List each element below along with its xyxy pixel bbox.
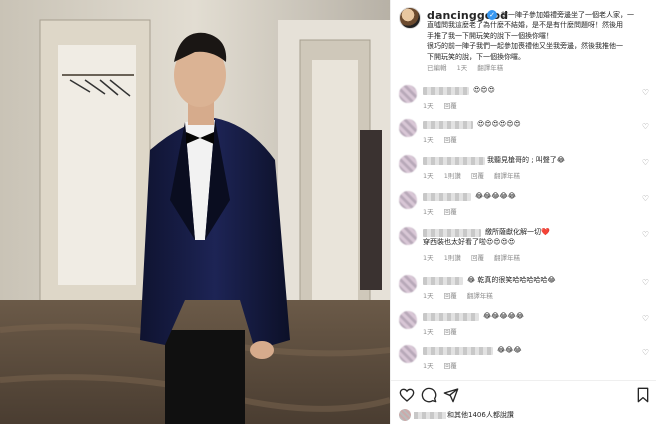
comment-item: 😍😍😍😍😍😍 1天 回覆 ♡ xyxy=(391,116,656,152)
comment-meta: 1天 回覆 翻譯年糕 xyxy=(423,290,501,300)
caption-line: 下開玩笑的說，下一個換你囉。 xyxy=(427,52,525,61)
comment-time: 1天 xyxy=(423,328,434,336)
post-photo xyxy=(0,0,390,424)
comment-text: 😂 乾真的很笑哈哈哈哈哈😂 xyxy=(467,276,556,284)
comment-text: 😂😂😂😂😂 xyxy=(483,312,524,320)
reply-link[interactable]: 回覆 xyxy=(471,172,484,180)
reply-link[interactable]: 回覆 xyxy=(444,102,457,110)
share-icon[interactable] xyxy=(443,387,459,403)
caption-area: dancinggood ✓ 前一陣子參加婚禮旁邊坐了一個老人家，一 直噓問我這麼… xyxy=(391,0,656,78)
comment-time: 1天 xyxy=(423,136,434,144)
commenter-name-blurred[interactable] xyxy=(423,193,471,201)
comment-item: 😂😂😂 1天 回覆 ♡ xyxy=(391,342,656,378)
comment-item: 😂 乾真的很笑哈哈哈哈哈😂 1天 回覆 翻譯年糕 ♡ xyxy=(391,272,656,308)
comment-meta: 1天 回覆 xyxy=(423,206,465,216)
comment-meta: 1天 1則讚 回覆 翻譯年糕 xyxy=(423,170,528,180)
commenter-avatar[interactable] xyxy=(399,119,417,137)
reply-link[interactable]: 回覆 xyxy=(444,208,457,216)
comment-like-heart-icon[interactable]: ♡ xyxy=(642,230,649,239)
caption-meta: 已編輯 1天 翻譯年糕 xyxy=(427,62,511,72)
liker-name-blurred[interactable] xyxy=(414,412,446,419)
comment-time: 1天 xyxy=(423,362,434,370)
comment-likes[interactable]: 1則讚 xyxy=(444,172,461,180)
owner-avatar[interactable] xyxy=(399,7,421,29)
post-image xyxy=(0,0,390,424)
comment-item: 我聽見槍哥的 ; 叫聲了😂 1天 1則讚 回覆 翻譯年糕 ♡ xyxy=(391,152,656,188)
comment-text: 😍😍😍😍😍😍 xyxy=(477,120,521,128)
comment-like-heart-icon[interactable]: ♡ xyxy=(642,88,649,97)
comment-meta: 1天 1則讚 回覆 翻譯年糕 xyxy=(423,252,528,262)
comment-time: 1天 xyxy=(423,102,434,110)
verified-badge-icon: ✓ xyxy=(487,10,497,20)
comments-list: 😍😍😍 1天 回覆 ♡ 😍😍😍😍😍😍 1天 回覆 ♡ 我聽見槍哥的 ; 叫聲了😂 xyxy=(391,80,656,380)
commenter-avatar[interactable] xyxy=(399,311,417,329)
comment-time: 1天 xyxy=(423,172,434,180)
comment-likes[interactable]: 1則讚 xyxy=(444,254,461,262)
caption-text-body: 直噓問我這麼老了為什麼不結婚，是不是有什麼問題呀！然後用 手推了我一下開玩笑的說… xyxy=(427,20,650,62)
comment-text: 繳所薩獻化解一切❤️ xyxy=(485,228,550,236)
commenter-avatar[interactable] xyxy=(399,227,417,245)
comment-text: 我聽見槍哥的 ; 叫聲了😂 xyxy=(487,156,565,164)
heart-icon[interactable] xyxy=(399,387,415,403)
commenter-name-blurred[interactable] xyxy=(423,347,493,355)
likes-text[interactable]: 和其他1406人都說讚 xyxy=(447,410,514,420)
commenter-avatar[interactable] xyxy=(399,191,417,209)
commenter-name-blurred[interactable] xyxy=(423,157,485,165)
comment-text: 😂😂😂 xyxy=(497,346,522,354)
translate-link[interactable]: 翻譯年糕 xyxy=(467,292,493,300)
comment-item: 繳所薩獻化解一切❤️ 穿西裝也太好看了啦😍😍😍😍 1天 1則讚 回覆 翻譯年糕 … xyxy=(391,224,656,270)
caption-line: 直噓問我這麼老了為什麼不結婚，是不是有什麼問題呀！然後用 xyxy=(427,21,623,29)
commenter-avatar[interactable] xyxy=(399,155,417,173)
commenter-avatar[interactable] xyxy=(399,275,417,293)
translate-link[interactable]: 翻譯年糕 xyxy=(494,254,520,262)
liker-avatar[interactable] xyxy=(399,409,411,421)
caption-time: 1天 xyxy=(456,64,468,72)
reply-link[interactable]: 回覆 xyxy=(444,292,457,300)
reply-link[interactable]: 回覆 xyxy=(444,328,457,336)
comment-like-heart-icon[interactable]: ♡ xyxy=(642,314,649,323)
action-bar xyxy=(391,380,656,408)
commenter-avatar[interactable] xyxy=(399,345,417,363)
post-panel: dancinggood ✓ 前一陣子參加婚禮旁邊坐了一個老人家，一 直噓問我這麼… xyxy=(390,0,656,424)
comment-like-heart-icon[interactable]: ♡ xyxy=(642,278,649,287)
comment-text: 😍😍😍 xyxy=(473,86,495,94)
commenter-avatar[interactable] xyxy=(399,85,417,103)
comment-like-heart-icon[interactable]: ♡ xyxy=(642,194,649,203)
caption-line: 很巧的前一陣子我們一起參加喪禮他又坐我旁邊，然後我推他一 xyxy=(427,42,623,50)
comment-meta: 1天 回覆 xyxy=(423,134,465,144)
caption-line: 手推了我一下開玩笑的說下一個換你囉！ xyxy=(427,31,553,40)
comment-text: 😂😂😂😂😂 xyxy=(475,192,516,200)
comment-text-line2: 穿西裝也太好看了啦😍😍😍😍 xyxy=(423,238,516,246)
translate-link[interactable]: 翻譯年糕 xyxy=(494,172,520,180)
reply-link[interactable]: 回覆 xyxy=(471,254,484,262)
commenter-name-blurred[interactable] xyxy=(423,87,469,95)
commenter-name-blurred[interactable] xyxy=(423,229,481,237)
reply-link[interactable]: 回覆 xyxy=(444,136,457,144)
comment-time: 1天 xyxy=(423,292,434,300)
comment-icon[interactable] xyxy=(421,387,437,403)
commenter-name-blurred[interactable] xyxy=(423,313,479,321)
comment-like-heart-icon[interactable]: ♡ xyxy=(642,122,649,131)
comment-like-heart-icon[interactable]: ♡ xyxy=(642,348,649,357)
bookmark-icon[interactable] xyxy=(635,387,651,403)
comment-item: 😍😍😍 1天 回覆 ♡ xyxy=(391,82,656,118)
comment-like-heart-icon[interactable]: ♡ xyxy=(642,158,649,167)
comment-meta: 1天 回覆 xyxy=(423,100,465,110)
comment-meta: 1天 回覆 xyxy=(423,360,465,370)
comment-meta: 1天 回覆 xyxy=(423,326,465,336)
commenter-name-blurred[interactable] xyxy=(423,121,473,129)
translate-link[interactable]: 翻譯年糕 xyxy=(477,64,503,72)
comment-time: 1天 xyxy=(423,208,434,216)
caption-text-first: 前一陣子參加婚禮旁邊坐了一個老人家，一 xyxy=(501,11,634,19)
comment-item: 😂😂😂😂😂 1天 回覆 ♡ xyxy=(391,308,656,344)
comment-item: 😂😂😂😂😂 1天 回覆 ♡ xyxy=(391,188,656,224)
edited-label: 已編輯 xyxy=(427,64,447,72)
comment-time: 1天 xyxy=(423,254,434,262)
commenter-name-blurred[interactable] xyxy=(423,277,463,285)
reply-link[interactable]: 回覆 xyxy=(444,362,457,370)
